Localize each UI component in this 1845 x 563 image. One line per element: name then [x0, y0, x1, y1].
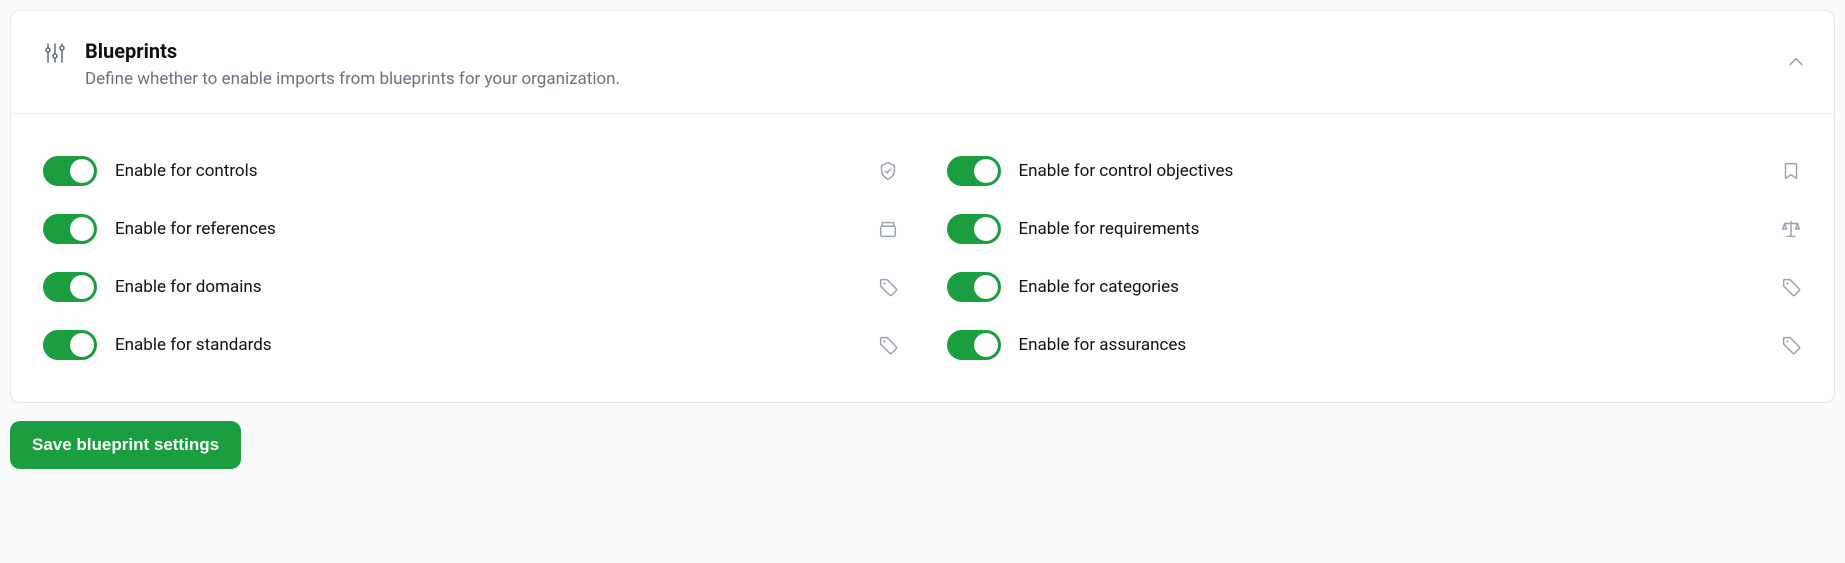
toggle-requirements[interactable]: [947, 214, 1001, 244]
toggle-standards[interactable]: [43, 330, 97, 360]
card-header: Blueprints Define whether to enable impo…: [11, 11, 1834, 114]
collapse-toggle[interactable]: [1786, 52, 1806, 72]
toggle-control-objectives[interactable]: [947, 156, 1001, 186]
toggle-references[interactable]: [43, 214, 97, 244]
header-text: Blueprints Define whether to enable impo…: [85, 39, 1802, 89]
chevron-up-icon: [1786, 52, 1806, 72]
sliders-icon: [43, 41, 67, 65]
card-title: Blueprints: [85, 39, 1802, 63]
toggle-domains[interactable]: [43, 272, 97, 302]
toggle-controls[interactable]: [43, 156, 97, 186]
card-subtitle: Define whether to enable imports from bl…: [85, 69, 1802, 89]
toggle-categories[interactable]: [947, 272, 1001, 302]
toggle-assurances[interactable]: [947, 330, 1001, 360]
